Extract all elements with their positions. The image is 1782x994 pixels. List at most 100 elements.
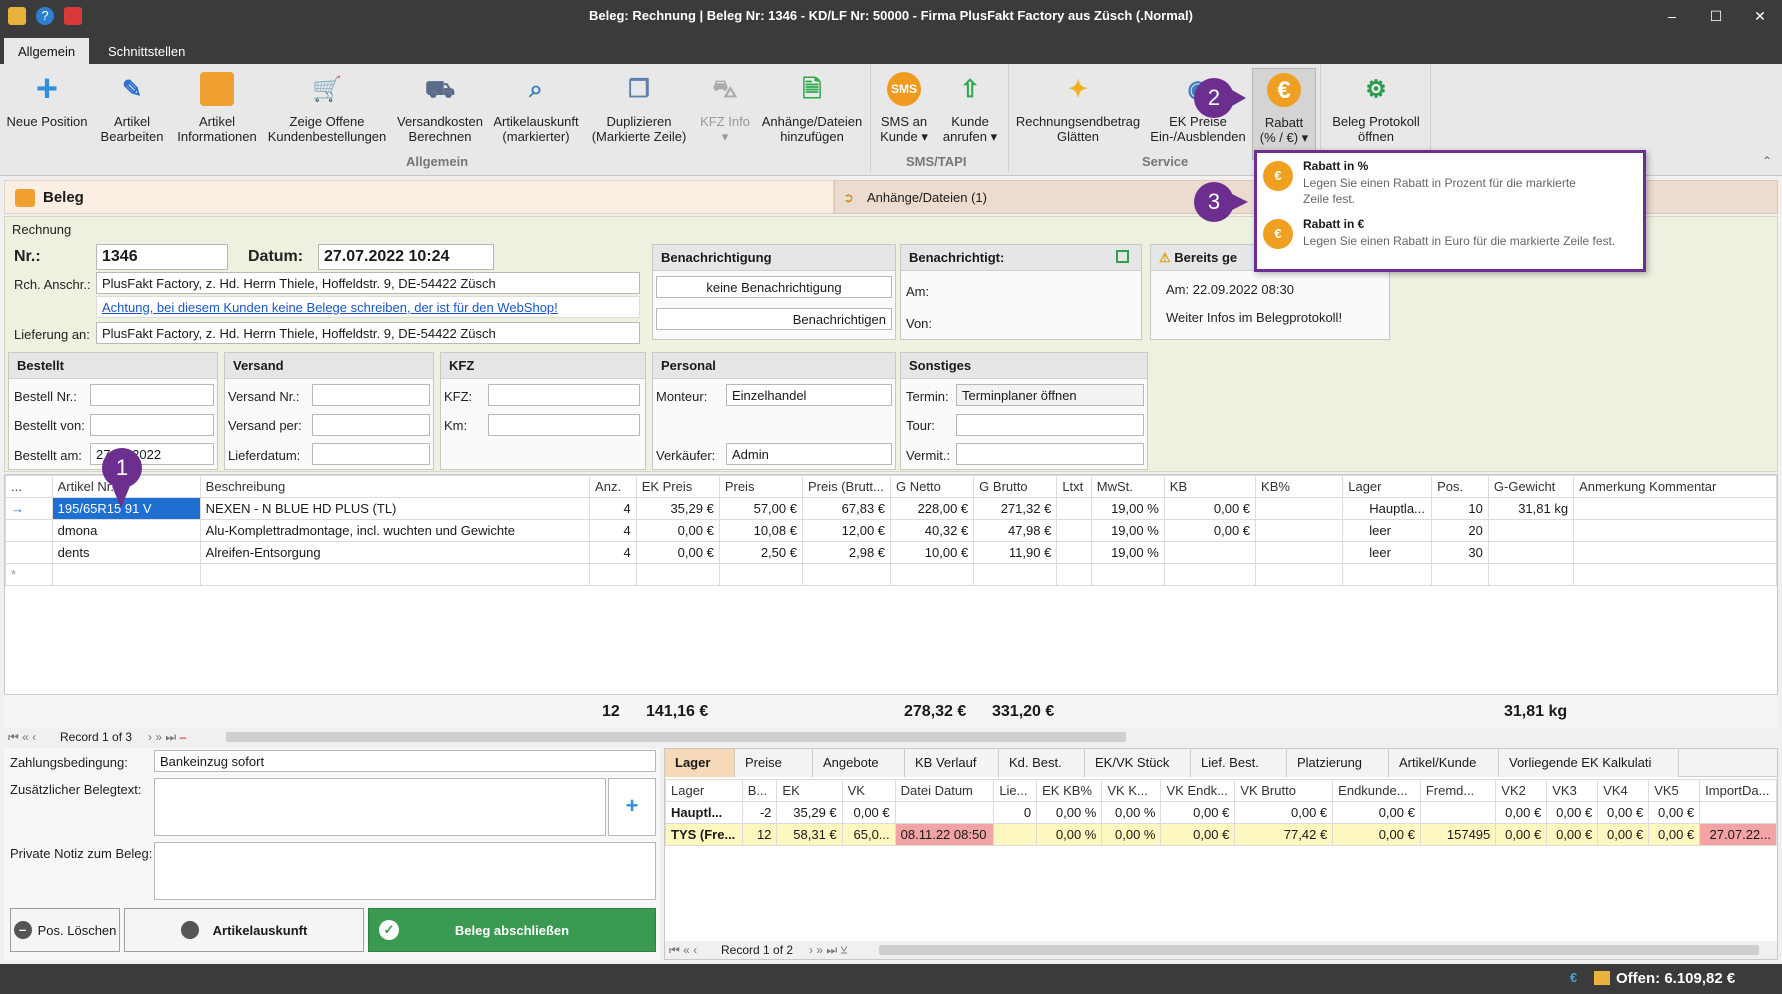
lager-cell[interactable]: 0,00 € — [1495, 801, 1548, 824]
lager-col-header[interactable]: VK2 — [1495, 779, 1548, 802]
cell-empty[interactable] — [1255, 519, 1344, 542]
beleg-protokoll-button[interactable]: ⚙ Beleg Protokoll öffnen — [1324, 68, 1428, 160]
cell-pos[interactable]: 20 — [1431, 519, 1489, 542]
lager-col-header[interactable]: Lager — [665, 779, 743, 802]
cell-gb[interactable]: 271,32 € — [973, 497, 1058, 520]
cell-gn[interactable]: 40,32 € — [890, 519, 975, 542]
cell-empty[interactable] — [1255, 497, 1344, 520]
monteur-field[interactable]: Einzelhandel — [726, 384, 892, 406]
positions-col-header[interactable]: Pos. — [1431, 475, 1489, 498]
rabatt-prozent-item[interactable]: € Rabatt in % Legen Sie einen Rabatt in … — [1259, 155, 1641, 211]
lager-col-header[interactable]: VK — [841, 779, 896, 802]
lager-cell[interactable]: 65,0... — [841, 823, 896, 846]
positions-col-header[interactable]: G Netto — [890, 475, 975, 498]
cell-kb[interactable]: 0,00 € — [1163, 519, 1257, 542]
lager-cell[interactable]: 35,29 € — [776, 801, 843, 824]
cell-lager[interactable]: leer — [1342, 519, 1433, 542]
terminplaner-button[interactable]: Terminplaner öffnen — [956, 384, 1144, 406]
cell-kb[interactable] — [1163, 541, 1257, 564]
lager-cell[interactable]: 0 — [993, 801, 1038, 824]
lager-cell[interactable]: 77,42 € — [1234, 823, 1334, 846]
positions-col-header[interactable]: EK Preis — [635, 475, 720, 498]
lager-tab[interactable]: Kd. Best. — [999, 749, 1085, 777]
nav-next-icon[interactable]: › » ⏭ – — [148, 730, 186, 745]
cell-brutt[interactable]: 67,83 € — [801, 497, 892, 520]
duplizieren-button[interactable]: ❐ Duplizieren (Markierte Zeile) — [588, 68, 690, 160]
lager-cell[interactable]: 0,00 € — [841, 801, 896, 824]
cell-ek[interactable]: 0,00 € — [635, 541, 720, 564]
lager-cell[interactable]: 0,00 € — [1234, 801, 1334, 824]
lager-tab[interactable]: KB Verlauf — [905, 749, 999, 777]
maximize-icon[interactable]: ☐ — [1694, 4, 1738, 28]
cell-desc[interactable]: Alreifen-Entsorgung — [199, 541, 591, 564]
versand-nr-field[interactable] — [312, 384, 430, 406]
lager-nav-next-icon[interactable]: › » ⏭ ⊻ — [809, 943, 847, 958]
cell-ek[interactable]: 0,00 € — [635, 519, 720, 542]
cell-gb[interactable]: 11,90 € — [973, 541, 1058, 564]
lager-col-header[interactable]: EK — [776, 779, 843, 802]
rabatt-button[interactable]: € Rabatt (% / €) ▾ — [1252, 68, 1316, 160]
lager-cell[interactable]: -2 — [741, 801, 778, 824]
new-row-cell[interactable] — [51, 563, 201, 586]
lager-col-header[interactable]: VK3 — [1546, 779, 1599, 802]
lager-cell[interactable]: 12 — [741, 823, 778, 846]
positions-col-header[interactable]: MwSt. — [1090, 475, 1165, 498]
new-row-cell[interactable] — [635, 563, 720, 586]
collapse-ribbon-icon[interactable]: ⌃ — [1762, 154, 1772, 168]
versand-per-select[interactable] — [312, 414, 430, 436]
artikel-bearbeiten-button[interactable]: ✎ Artikel Bearbeiten — [92, 68, 172, 160]
bestellt-von-field[interactable] — [90, 414, 214, 436]
lager-tab[interactable]: Platzierung — [1287, 749, 1389, 777]
new-row-cell[interactable] — [1056, 563, 1092, 586]
sms-button[interactable]: SMS SMS an Kunde ▾ — [874, 68, 934, 160]
lager-col-header[interactable]: VK K... — [1101, 779, 1162, 802]
cell-anz[interactable]: 4 — [589, 497, 637, 520]
tab-schnittstellen[interactable]: Schnittstellen — [94, 38, 199, 64]
table-row[interactable]: dents Alreifen-Entsorgung 4 0,00 €2,50 €2,9… — [5, 541, 1777, 564]
verkaeufer-field[interactable]: Admin — [726, 443, 892, 465]
lager-tab[interactable]: Lager — [665, 749, 735, 777]
kfz-info-button[interactable]: ⛍ KFZ Info ▾ — [694, 68, 756, 160]
cell-ek[interactable]: 35,29 € — [635, 497, 720, 520]
new-row-cell[interactable] — [1342, 563, 1433, 586]
cell-empty[interactable] — [1573, 541, 1777, 564]
lager-cell[interactable]: 0,00 € — [1546, 823, 1599, 846]
cell-mwst[interactable]: 19,00 % — [1090, 541, 1165, 564]
tab-allgemein[interactable]: Allgemein — [4, 38, 90, 64]
table-row[interactable]: → 195/65R15 91 V NEXEN - N BLUE HD PLUS (T… — [5, 497, 1777, 520]
new-row-cell[interactable] — [973, 563, 1058, 586]
lager-cell[interactable]: 0,00 % — [1036, 801, 1103, 824]
positions-col-header[interactable]: Preis — [718, 475, 803, 498]
cell-art[interactable]: dmona — [51, 519, 201, 542]
lager-tab[interactable]: Artikel/Kunde — [1389, 749, 1499, 777]
zahlung-field[interactable]: Bankeinzug sofort — [154, 750, 656, 772]
new-row-cell[interactable] — [1573, 563, 1777, 586]
cell-empty[interactable] — [1573, 519, 1777, 542]
positions-col-header[interactable]: Preis (Brutt... — [801, 475, 892, 498]
new-row-cell[interactable] — [1163, 563, 1257, 586]
neue-position-button[interactable]: + Neue Position — [4, 68, 90, 160]
lager-nav-first-icon[interactable]: ⏮ « ‹ — [669, 943, 697, 958]
cell-pos[interactable]: 10 — [1431, 497, 1489, 520]
lager-cell[interactable] — [993, 823, 1038, 846]
cell-preis[interactable]: 2,50 € — [718, 541, 803, 564]
cell-gew[interactable] — [1487, 519, 1575, 542]
benachrichtigen-button[interactable]: Benachrichtigen — [656, 308, 892, 330]
lager-col-header[interactable]: Lie... — [993, 779, 1038, 802]
cell-brutt[interactable]: 2,98 € — [801, 541, 892, 564]
cell-empty[interactable] — [1255, 541, 1344, 564]
cell-lager[interactable]: leer — [1342, 541, 1433, 564]
cell-anz[interactable]: 4 — [589, 519, 637, 542]
lager-col-header[interactable]: ImportDa... — [1699, 779, 1777, 802]
artikel-informationen-button[interactable]: Artikel Informationen — [172, 68, 262, 160]
notiz-field[interactable] — [154, 842, 656, 900]
cell-desc[interactable]: Alu-Komplettradmontage, incl. wuchten un… — [199, 519, 591, 542]
positions-col-header[interactable]: Anmerkung Kommentar — [1573, 475, 1777, 498]
lager-scrollbar[interactable] — [879, 945, 1759, 955]
new-row-cell[interactable] — [1255, 563, 1344, 586]
minimize-icon[interactable]: – — [1650, 4, 1694, 28]
positions-col-header[interactable]: KB% — [1255, 475, 1344, 498]
lager-col-header[interactable]: VK Brutto — [1234, 779, 1334, 802]
positions-col-header[interactable]: G Brutto — [973, 475, 1058, 498]
lager-cell[interactable] — [1699, 801, 1777, 824]
